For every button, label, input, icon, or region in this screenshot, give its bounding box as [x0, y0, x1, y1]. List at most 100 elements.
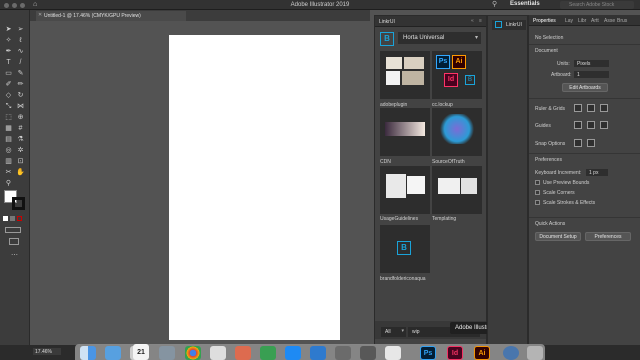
document-tab[interactable]: ✕ Untitled-1 @ 17.46% (CMYK/GPU Preview) [36, 11, 186, 21]
selection-tool-icon[interactable]: ➤ [4, 26, 13, 34]
use-preview-bounds-checkbox[interactable] [535, 180, 540, 185]
free-transform-tool-icon[interactable]: ⬚ [4, 114, 13, 122]
show-guides-icon[interactable] [574, 121, 582, 129]
use-preview-bounds-label: Use Preview Bounds [543, 180, 590, 186]
none-mode-icon[interactable] [17, 216, 22, 221]
trash-icon[interactable] [527, 346, 543, 360]
document-setup-button[interactable]: Document Setup [535, 232, 581, 241]
messages-icon[interactable] [285, 346, 301, 360]
smart-guides-icon[interactable] [600, 121, 608, 129]
rotate-tool-icon[interactable]: ↻ [16, 92, 25, 100]
lasso-tool-icon[interactable]: ℓ [16, 37, 25, 45]
tab-libraries[interactable]: Libr [578, 18, 586, 24]
mesh-tool-icon[interactable]: # [16, 125, 25, 133]
grid-icon[interactable] [587, 104, 595, 112]
lightbulb-icon[interactable]: ⚲ [492, 0, 497, 8]
hand-tool-icon[interactable]: ✋ [16, 169, 25, 177]
scale-strokes-label: Scale Strokes & Effects [543, 200, 596, 206]
direct-selection-tool-icon[interactable]: ➢ [16, 26, 25, 34]
chrome-icon[interactable] [185, 346, 201, 360]
tab-asset-export[interactable]: Asse [604, 18, 615, 24]
magic-wand-tool-icon[interactable]: ✧ [4, 37, 13, 45]
photoshop-dock-icon[interactable]: Ps [420, 346, 436, 360]
rectangle-tool-icon[interactable]: ▭ [4, 70, 13, 78]
column-graph-tool-icon[interactable]: ▥ [4, 158, 13, 166]
curvature-tool-icon[interactable]: ∿ [16, 48, 25, 56]
rulers-icon[interactable] [574, 104, 582, 112]
scale-tool-icon[interactable]: ⤡ [4, 103, 13, 111]
tab-brushes[interactable]: Brus [617, 18, 627, 24]
shape-builder-tool-icon[interactable]: ⊕ [16, 114, 25, 122]
artboard-tool-icon[interactable]: ⊡ [16, 158, 25, 166]
gradient-mode-icon[interactable] [10, 216, 15, 221]
transparency-grid-icon[interactable] [600, 104, 608, 112]
illustrator-dock-icon[interactable]: Ai [474, 346, 490, 360]
lock-guides-icon[interactable] [587, 121, 595, 129]
workspace-switcher[interactable]: Essentials [510, 1, 540, 7]
app-store-icon[interactable] [105, 346, 121, 360]
color-mode-icon[interactable] [3, 216, 8, 221]
collapse-panel-icon[interactable]: « [471, 18, 474, 24]
preferences-button[interactable]: Preferences [585, 232, 631, 241]
safari-icon[interactable] [159, 346, 175, 360]
calendar-icon[interactable]: 21 [133, 344, 149, 360]
indesign-dock-icon[interactable]: Id [447, 346, 463, 360]
asset-tile-brandfoldericonaqua[interactable]: B [380, 225, 430, 273]
settings-icon[interactable] [335, 346, 351, 360]
edit-artboards-button[interactable]: Edit Artboards [562, 83, 608, 92]
tab-properties[interactable]: Properties [533, 18, 556, 24]
news-icon[interactable] [385, 346, 401, 360]
scale-strokes-checkbox[interactable] [535, 200, 540, 205]
width-tool-icon[interactable]: ⋈ [16, 103, 25, 111]
finder-icon[interactable] [80, 346, 96, 360]
blend-tool-icon[interactable]: ◎ [4, 147, 13, 155]
close-tab-icon[interactable]: ✕ [38, 12, 42, 18]
filter-select[interactable]: All ▾ [381, 327, 406, 337]
type-tool-icon[interactable]: T [4, 59, 13, 67]
gradient-tool-icon[interactable]: ▤ [4, 136, 13, 144]
asset-thumbnail [440, 114, 474, 144]
sketch-icon[interactable] [235, 346, 251, 360]
more-tools-icon[interactable]: ⋯ [11, 251, 18, 259]
asset-thumbnail [438, 178, 460, 194]
line-tool-icon[interactable]: / [16, 59, 25, 67]
stroke-swatch[interactable] [12, 197, 25, 210]
eyedropper-tool-icon[interactable]: ⚗ [16, 136, 25, 144]
screen-mode-icon[interactable] [9, 238, 19, 245]
zoom-level-select[interactable]: 17.46% [33, 348, 61, 355]
evernote-icon[interactable] [260, 346, 276, 360]
asset-tile-templating[interactable] [432, 166, 482, 214]
brand-select[interactable]: Horta Universal ▾ [398, 32, 481, 44]
slice-tool-icon[interactable]: ✂ [4, 169, 13, 177]
artboard[interactable] [169, 35, 340, 340]
artboard-select[interactable]: 1 [574, 71, 609, 78]
eraser-tool-icon[interactable]: ◇ [4, 92, 13, 100]
asset-tile-cdn[interactable] [380, 108, 430, 156]
asset-tile-sourceoftruth[interactable] [432, 108, 482, 156]
pencil-tool-icon[interactable]: ✏ [16, 81, 25, 89]
keyboard-increment-input[interactable]: 1 px [586, 169, 608, 176]
xcode-icon[interactable] [310, 346, 326, 360]
stock-search-input[interactable]: Search Adobe Stock [560, 1, 634, 9]
units-select[interactable]: Pixels [574, 60, 609, 67]
tab-artboards[interactable]: Artt [591, 18, 599, 24]
perspective-grid-tool-icon[interactable]: ▦ [4, 125, 13, 133]
draw-mode-icon[interactable] [5, 227, 21, 233]
zoom-tool-icon[interactable]: ⚲ [4, 180, 13, 188]
scale-corners-checkbox[interactable] [535, 190, 540, 195]
folder-icon[interactable] [360, 346, 376, 360]
downloads-icon[interactable] [503, 346, 519, 360]
asset-tile-usageguidelines[interactable] [380, 166, 430, 214]
symbol-sprayer-tool-icon[interactable]: ✲ [16, 147, 25, 155]
tab-layers[interactable]: Lay [565, 18, 573, 24]
asset-tile-cc-lockup[interactable]: Ps Ai Id B [432, 51, 482, 99]
shaper-tool-icon[interactable]: ✐ [4, 81, 13, 89]
slack-icon[interactable] [210, 346, 226, 360]
snap-to-point-icon[interactable] [574, 139, 582, 147]
paintbrush-tool-icon[interactable]: ✎ [16, 70, 25, 78]
snap-to-pixel-icon[interactable] [587, 139, 595, 147]
asset-tile-adobeplugin[interactable] [380, 51, 430, 99]
pen-tool-icon[interactable]: ✒ [4, 48, 13, 56]
panel-menu-icon[interactable]: ≡ [479, 18, 482, 24]
linkr-collapsed-button[interactable]: LinkrUI [492, 20, 526, 30]
